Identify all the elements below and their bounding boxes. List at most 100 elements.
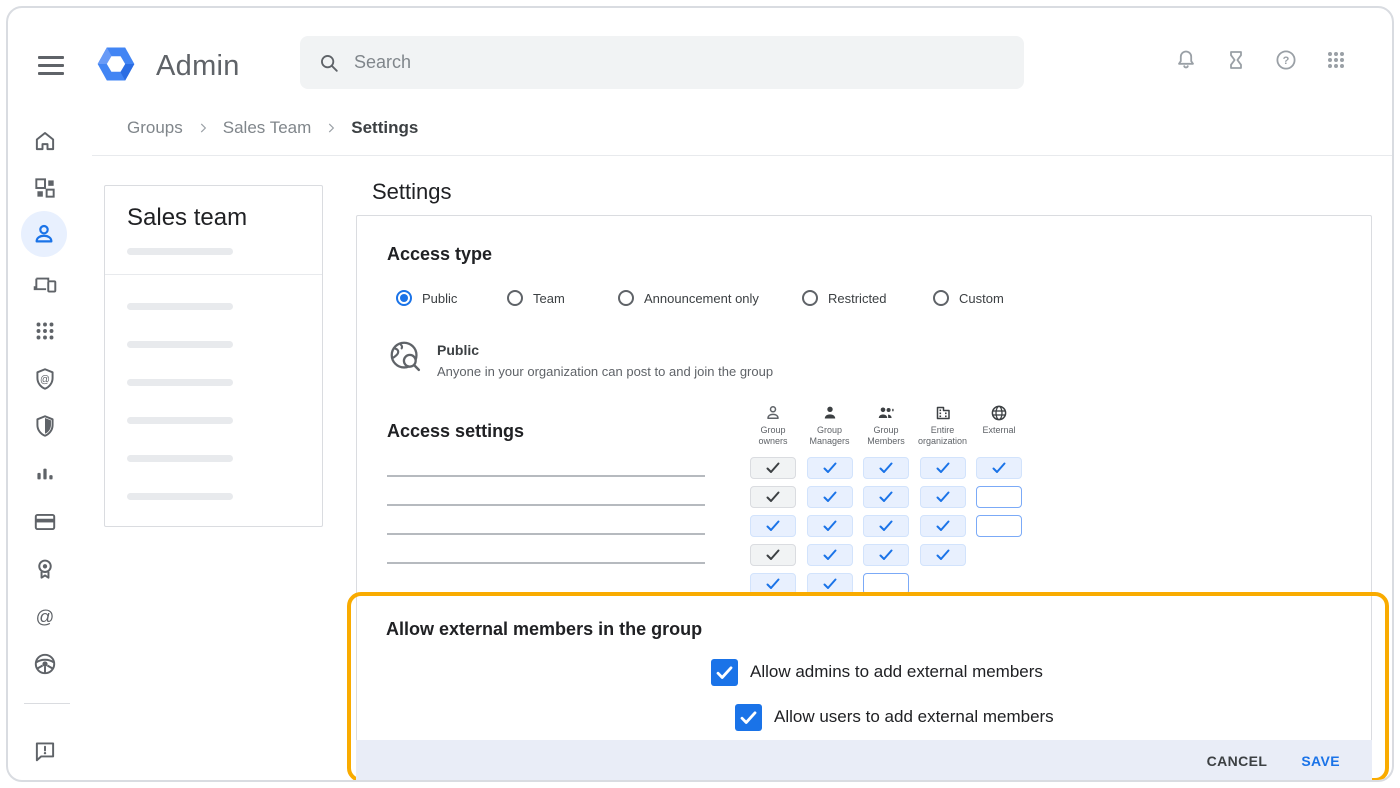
admin-logo-icon: [94, 42, 138, 86]
radio-circle-icon: [933, 290, 949, 306]
external-members-heading: Allow external members in the group: [386, 619, 702, 640]
setting-row-rule: [387, 533, 705, 535]
access-checkbox-checked-blue[interactable]: [976, 457, 1022, 479]
sidebar-item-home[interactable]: [32, 128, 58, 154]
access-checkbox-checked-blue[interactable]: [863, 486, 909, 508]
access-checkbox-checked-blue[interactable]: [807, 515, 853, 537]
access-checkbox-checked-gray[interactable]: [750, 486, 796, 508]
app-title: Admin: [156, 50, 240, 83]
sidebar-item-billing-card[interactable]: [32, 509, 58, 535]
organization-icon: [934, 404, 952, 422]
skeleton-line: [127, 379, 233, 386]
sidebar-item-reporting-chart[interactable]: [32, 461, 58, 487]
page-title: Settings: [372, 179, 452, 205]
sidebar-item-security-shield[interactable]: [32, 413, 58, 439]
admin-console-window: Admin ? Groups Sales Team Settings: [6, 6, 1394, 782]
radio-circle-icon: [802, 290, 818, 306]
access-checkbox-checked-blue[interactable]: [807, 486, 853, 508]
help-icon[interactable]: ?: [1274, 48, 1298, 72]
breadcrumb-sales-team[interactable]: Sales Team: [223, 118, 312, 138]
column-header: Group owners: [750, 404, 796, 447]
sidebar-item-feedback[interactable]: [32, 738, 58, 764]
sidebar-item-directory-active[interactable]: [21, 211, 67, 257]
cancel-button[interactable]: CANCEL: [1207, 753, 1268, 769]
access-checkbox-checked-blue[interactable]: [920, 544, 966, 566]
access-checkbox-grid: [750, 457, 1022, 595]
radio-circle-icon: [507, 290, 523, 306]
person-filled-icon: [821, 404, 839, 422]
column-header: Entire organization: [920, 404, 966, 447]
radio-public[interactable]: Public: [396, 290, 457, 306]
group-card-divider: [105, 274, 322, 275]
column-header: Group Members: [863, 404, 909, 447]
radio-announcement-only[interactable]: Announcement only: [618, 290, 759, 306]
selected-access-title: Public: [437, 342, 479, 358]
skeleton-line: [127, 455, 233, 462]
breadcrumb: Groups Sales Team Settings: [127, 118, 418, 138]
people-icon: [877, 404, 895, 422]
access-checkbox-checked-blue[interactable]: [920, 515, 966, 537]
allow-users-checkbox[interactable]: [735, 704, 762, 731]
access-checkbox-checked-gray[interactable]: [750, 457, 796, 479]
sidebar-item-badge[interactable]: [32, 556, 58, 582]
access-checkbox-unchecked[interactable]: [976, 486, 1022, 508]
menu-icon[interactable]: [38, 56, 64, 76]
sidebar-item-security-at-shield[interactable]: @: [32, 366, 58, 392]
person-outline-icon: [764, 404, 782, 422]
allow-admins-label: Allow admins to add external members: [750, 662, 1043, 682]
save-button[interactable]: SAVE: [1301, 753, 1340, 769]
setting-row-rule: [387, 562, 705, 564]
breadcrumb-groups[interactable]: Groups: [127, 118, 183, 138]
skeleton-line: [127, 493, 233, 500]
svg-text:?: ?: [1283, 55, 1290, 67]
column-label: Entire organization: [918, 425, 967, 447]
sidebar-item-devices[interactable]: [32, 271, 58, 297]
access-type-heading: Access type: [387, 244, 492, 265]
skeleton-line: [127, 248, 233, 255]
access-checkbox-checked-blue[interactable]: [807, 457, 853, 479]
radio-custom[interactable]: Custom: [933, 290, 1004, 306]
svg-text:@: @: [40, 374, 50, 385]
access-checkbox-checked-blue[interactable]: [920, 457, 966, 479]
search-bar[interactable]: [300, 36, 1024, 89]
radio-circle-icon: [396, 290, 412, 306]
sidebar-divider: [24, 703, 70, 704]
sidebar-item-at-sign[interactable]: @: [32, 604, 58, 630]
sidebar-item-apps[interactable]: [32, 318, 58, 344]
tasks-hourglass-icon[interactable]: [1224, 48, 1248, 72]
sidebar-item-support-wheel[interactable]: [32, 651, 58, 677]
chevron-right-icon: [324, 121, 338, 135]
allow-admins-checkbox[interactable]: [711, 659, 738, 686]
sidebar-item-dashboard[interactable]: [32, 175, 58, 201]
access-checkbox-checked-blue[interactable]: [863, 457, 909, 479]
group-panel: Sales team: [104, 185, 323, 527]
setting-row-rule: [387, 504, 705, 506]
skeleton-line: [127, 341, 233, 348]
column-label: Group owners: [750, 425, 796, 447]
notifications-bell-icon[interactable]: [1174, 48, 1198, 72]
access-columns: Group owners Group Managers Group Members E…: [750, 404, 1022, 447]
globe-magnifier-icon: [387, 338, 425, 376]
allow-users-label: Allow users to add external members: [774, 707, 1054, 727]
access-checkbox-checked-blue[interactable]: [750, 515, 796, 537]
access-checkbox-checked-blue[interactable]: [920, 486, 966, 508]
access-checkbox-checked-gray[interactable]: [750, 544, 796, 566]
access-checkbox-unchecked[interactable]: [976, 515, 1022, 537]
radio-team[interactable]: Team: [507, 290, 565, 306]
access-checkbox-checked-blue[interactable]: [807, 544, 853, 566]
search-icon: [318, 52, 340, 74]
access-checkbox-checked-blue[interactable]: [863, 515, 909, 537]
access-checkbox-checked-blue[interactable]: [863, 544, 909, 566]
search-input[interactable]: [354, 52, 954, 73]
column-header: External: [976, 404, 1022, 447]
radio-circle-icon: [618, 290, 634, 306]
column-label: Group Managers: [807, 425, 853, 447]
column-label: External: [982, 425, 1015, 436]
skeleton-line: [127, 303, 233, 310]
apps-grid-icon[interactable]: [1324, 48, 1348, 72]
highlight-annotation-box: Allow external members in the group Allo…: [347, 592, 1389, 782]
radio-restricted[interactable]: Restricted: [802, 290, 887, 306]
breadcrumb-current: Settings: [351, 118, 418, 138]
chevron-right-icon: [196, 121, 210, 135]
skeleton-line: [127, 417, 233, 424]
